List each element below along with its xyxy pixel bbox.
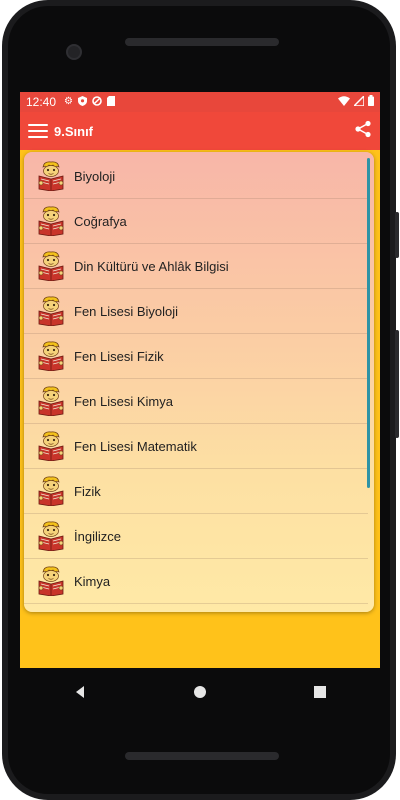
hamburger-menu-icon[interactable] (28, 124, 48, 138)
subject-label: Fen Lisesi Fizik (74, 348, 164, 364)
subject-list-card: Biyoloji Coğrafya Din Kültürü ve Ahlâk B… (24, 152, 374, 612)
home-icon[interactable] (190, 682, 210, 702)
share-icon[interactable] (354, 120, 372, 143)
subject-list-item[interactable]: Din Kültürü ve Ahlâk Bilgisi (24, 244, 368, 289)
subject-label: Fizik (74, 483, 101, 499)
subject-list-item[interactable]: Coğrafya (24, 199, 368, 244)
subject-label: Din Kültürü ve Ahlâk Bilgisi (74, 258, 229, 274)
battery-icon (368, 95, 374, 109)
subject-label: İngilizce (74, 528, 121, 544)
top-speaker (125, 38, 279, 46)
signal-icon (352, 94, 365, 109)
data-saver-icon (92, 95, 102, 109)
reading-student-icon (38, 161, 64, 191)
subject-label: Fen Lisesi Matematik (74, 438, 197, 454)
subject-label: Kimya (74, 573, 111, 589)
subject-list-item[interactable]: Kimya (24, 559, 368, 604)
scrollbar[interactable] (367, 158, 370, 488)
volume-button (395, 212, 399, 258)
subject-list-item[interactable]: Fen Lisesi Matematik (24, 424, 368, 469)
power-button (395, 330, 399, 438)
shield-icon (78, 95, 87, 109)
subject-label: Fen Lisesi Kimya (74, 393, 173, 409)
reading-student-icon (38, 296, 64, 326)
reading-student-icon (38, 251, 64, 281)
subject-list: Biyoloji Coğrafya Din Kültürü ve Ahlâk B… (24, 154, 368, 604)
app-bar: 9.Sınıf (20, 112, 380, 150)
subject-list-item[interactable]: İngilizce (24, 514, 368, 559)
sd-card-icon (107, 95, 115, 109)
subject-list-item[interactable]: Fen Lisesi Fizik (24, 334, 368, 379)
reading-student-icon (38, 206, 64, 236)
system-nav-bar (20, 668, 380, 716)
back-icon[interactable] (70, 682, 90, 702)
front-camera (66, 44, 82, 60)
status-time: 12:40 (26, 95, 57, 109)
reading-student-icon (38, 476, 64, 506)
reading-student-icon (38, 341, 64, 371)
wifi-icon (338, 95, 350, 109)
reading-student-icon (38, 521, 64, 551)
reading-student-icon (38, 566, 64, 596)
subject-list-item[interactable]: Fizik (24, 469, 368, 514)
subject-list-item[interactable]: Fen Lisesi Kimya (24, 379, 368, 424)
subject-label: Fen Lisesi Biyoloji (74, 303, 179, 319)
subject-list-item[interactable]: Fen Lisesi Biyoloji (24, 289, 368, 334)
subject-list-item[interactable]: Biyoloji (24, 154, 368, 199)
status-bar: 12:40 ⚙ (20, 92, 380, 112)
recents-icon[interactable] (310, 682, 330, 702)
bottom-speaker (125, 752, 279, 760)
settings-icon: ⚙ (64, 96, 73, 107)
subject-label: Coğrafya (74, 213, 127, 229)
reading-student-icon (38, 431, 64, 461)
page-title: 9.Sınıf (54, 123, 94, 139)
app-screen: 12:40 ⚙ 9.Sınıf Biyoloji Coğrafya Din Kü… (20, 92, 380, 668)
reading-student-icon (38, 386, 64, 416)
subject-label: Biyoloji (74, 168, 116, 184)
